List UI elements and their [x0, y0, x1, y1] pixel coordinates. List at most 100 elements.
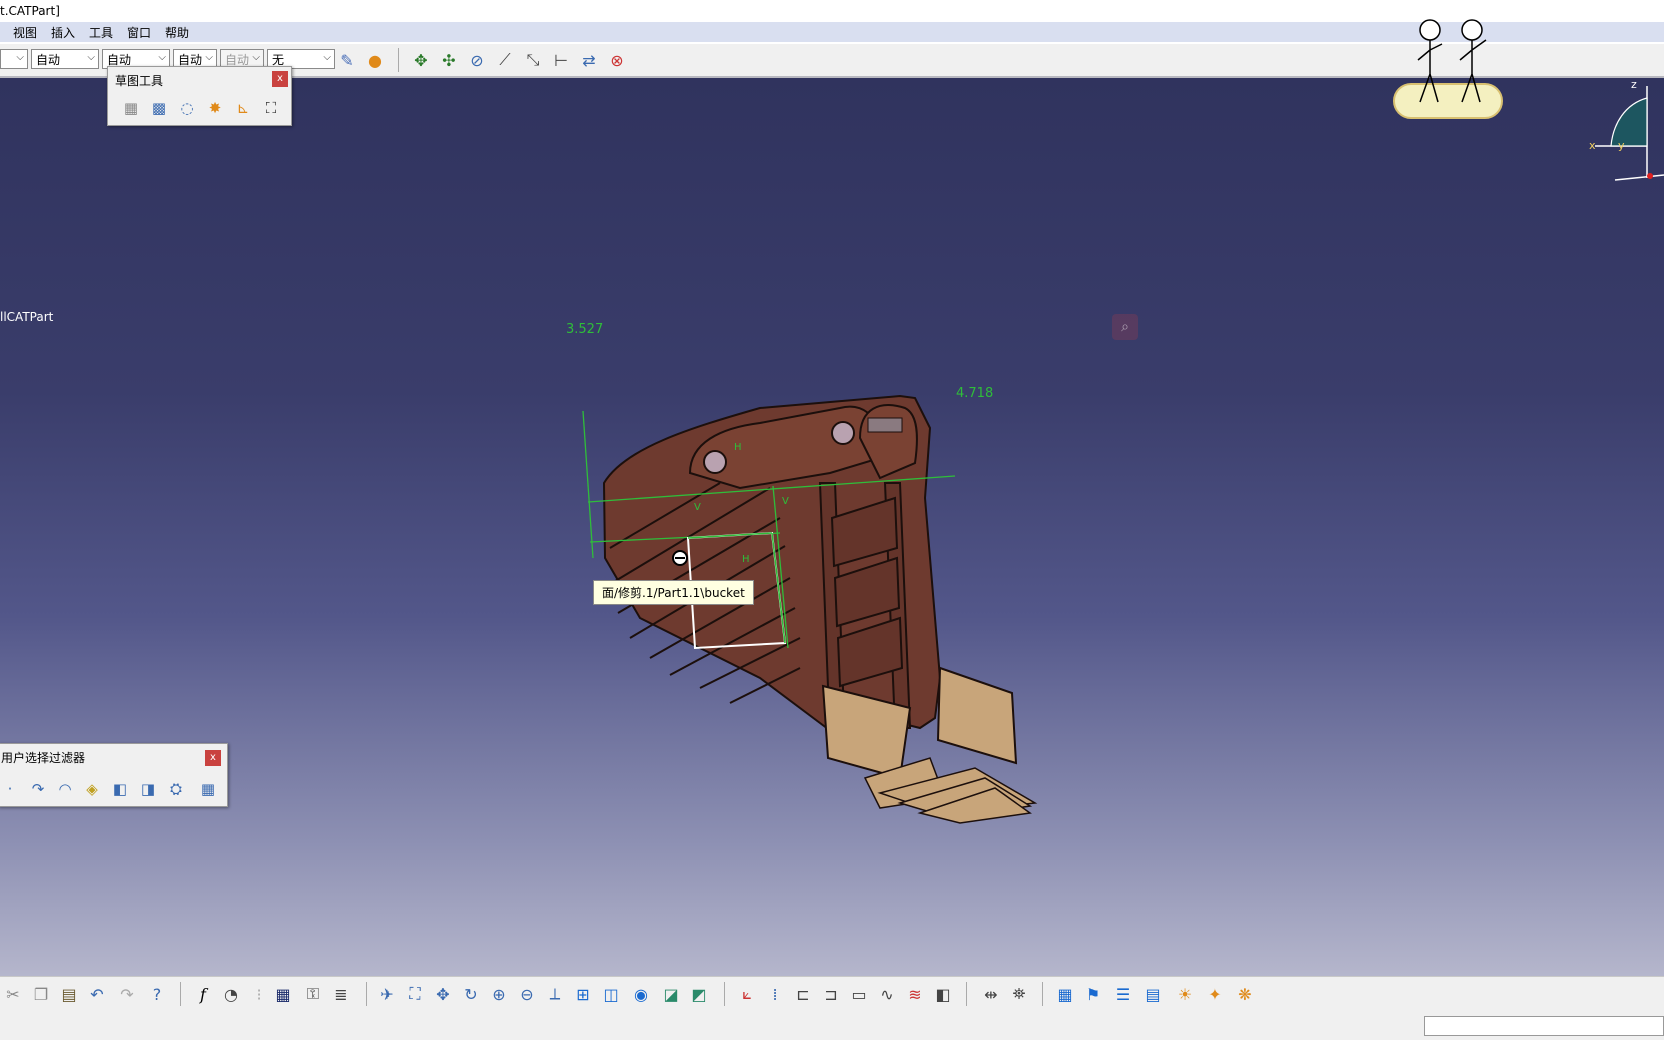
project-icon[interactable]: ⇹	[980, 983, 1002, 1005]
material-icon[interactable]: ❋	[1234, 983, 1256, 1005]
section-icon[interactable]: ☰	[1112, 983, 1134, 1005]
light-icon[interactable]: ✦	[1204, 983, 1226, 1005]
surface-filter-icon[interactable]: ◠	[54, 778, 76, 800]
mascot-logo	[1393, 19, 1503, 119]
curve-filter-icon[interactable]: ↷	[27, 778, 49, 800]
grid-icon[interactable]: ▦	[120, 97, 142, 119]
pan-icon[interactable]: ✥	[410, 49, 432, 71]
cut-part-icon[interactable]: ◧	[932, 983, 954, 1005]
fit-all-icon[interactable]: ⛶	[404, 983, 426, 1005]
no-show-icon[interactable]: ⊘	[466, 49, 488, 71]
knowledge-icon[interactable]: ⁝	[248, 983, 270, 1005]
copy-icon[interactable]: ❐	[30, 983, 52, 1005]
dimension-horizontal-value[interactable]: 4.718	[956, 386, 993, 401]
hide-icon[interactable]: ◪	[660, 983, 682, 1005]
table-icon[interactable]: ▦	[272, 983, 294, 1005]
rotate-icon[interactable]: ↻	[460, 983, 482, 1005]
chevron-down-icon: ⌵	[323, 52, 331, 63]
constraint-icon[interactable]: ⊢	[550, 49, 572, 71]
rectangle-icon[interactable]: ▭	[848, 983, 870, 1005]
spec-tree-label[interactable]: llCATPart	[0, 310, 53, 324]
render-icon[interactable]: ▤	[1142, 983, 1164, 1005]
dimension-vertical-value[interactable]: 3.527	[566, 322, 603, 337]
shading-icon[interactable]: ◉	[630, 983, 652, 1005]
pin-shaft	[867, 417, 903, 433]
pan-icon[interactable]: ✥	[432, 983, 454, 1005]
redo-icon[interactable]: ↷	[116, 983, 138, 1005]
multi-view-icon[interactable]: ⊞	[572, 983, 594, 1005]
search-icon[interactable]: ⌕	[1112, 314, 1138, 340]
pin-hole	[703, 450, 727, 474]
lock-icon[interactable]: ⚿	[302, 983, 324, 1005]
measure-icon[interactable]: ⟋	[494, 49, 516, 71]
side-cutter-2	[936, 666, 1018, 765]
chevron-down-icon: ⌵	[16, 52, 24, 63]
chevron-down-icon: ⌵	[158, 52, 166, 63]
constraint-h-bottom: H	[742, 554, 750, 565]
whats-this-icon[interactable]: ?	[146, 983, 168, 1005]
combo-layer[interactable]: ⌵	[0, 49, 28, 69]
sketch-icon[interactable]: ⁞	[764, 983, 786, 1005]
status-bar	[0, 1010, 1664, 1040]
grid-icon[interactable]: ▦	[1054, 983, 1076, 1005]
normal-view-icon[interactable]: ⟂	[544, 983, 566, 1005]
hide-show-icon[interactable]: ⊗	[606, 49, 628, 71]
compass-y-label: y	[1618, 139, 1625, 152]
comment-icon[interactable]: ◔	[220, 983, 242, 1005]
chevron-down-icon: ⌵	[252, 52, 260, 63]
close-icon[interactable]: x	[272, 71, 288, 87]
auto-constraint-icon[interactable]: ⛶	[260, 97, 282, 119]
swap-icon[interactable]: ⇄	[578, 49, 600, 71]
snap-icon[interactable]: ⛯	[1008, 983, 1030, 1005]
construction-icon[interactable]: ◌	[176, 97, 198, 119]
quick-select-icon[interactable]: ⛭	[165, 778, 187, 800]
point-filter-icon[interactable]: ·	[0, 778, 21, 800]
menu-tools[interactable]: 工具	[89, 24, 113, 41]
bucket-model[interactable]	[0, 78, 1664, 976]
chevron-down-icon: ⌵	[205, 52, 213, 63]
feature-filter-icon[interactable]: ◧	[109, 778, 131, 800]
profile-icon[interactable]: ⊐	[820, 983, 842, 1005]
3d-viewport[interactable]: 3.527 4.718 H H V V llCATPart ⌕ z x y 面/…	[0, 78, 1664, 976]
fly-icon[interactable]: ✈	[376, 983, 398, 1005]
parallel-icon[interactable]: ≣	[330, 983, 352, 1005]
layer-icon[interactable]: ⚑	[1082, 983, 1104, 1005]
spline-icon[interactable]: ∿	[876, 983, 898, 1005]
close-icon[interactable]: x	[205, 750, 221, 766]
volume-filter-icon[interactable]: ◈	[81, 778, 103, 800]
zoom-out-icon[interactable]: ⊖	[516, 983, 538, 1005]
menu-insert[interactable]: 插入	[51, 24, 75, 41]
iso-view-icon[interactable]: ◫	[600, 983, 622, 1005]
combo-color[interactable]: 自动 ⌵	[31, 49, 99, 69]
compass-x-label: x	[1589, 139, 1596, 152]
selection-filter-title: 用户选择过滤器	[1, 751, 86, 765]
menu-help[interactable]: 帮助	[165, 24, 189, 41]
paste-icon[interactable]: ▤	[58, 983, 80, 1005]
material-apply-icon[interactable]: ●	[364, 49, 386, 71]
geometry-filter-icon[interactable]: ◨	[137, 778, 159, 800]
constraint-icon[interactable]: ≋	[904, 983, 926, 1005]
swap-icon[interactable]: ◩	[688, 983, 710, 1005]
menu-view[interactable]: 视图	[13, 24, 37, 41]
undo-icon[interactable]: ↶	[86, 983, 108, 1005]
sun-icon[interactable]: ☀	[1174, 983, 1196, 1005]
menu-window[interactable]: 窗口	[127, 24, 151, 41]
constraint-v-left: V	[694, 502, 701, 513]
sketch-positioned-icon[interactable]: ⊏	[792, 983, 814, 1005]
geometric-constraint-icon[interactable]: ✸	[204, 97, 226, 119]
selection-tooltip: 面/修剪.1/Part1.1\bucket	[593, 580, 754, 605]
paint-brush-icon[interactable]: ✎	[336, 49, 358, 71]
dimension-constraint-icon[interactable]: ⊾	[232, 97, 254, 119]
intersection-icon[interactable]: ▦	[197, 778, 219, 800]
command-input[interactable]	[1424, 1016, 1664, 1036]
formula-icon[interactable]: f	[192, 983, 214, 1005]
snap-to-point-icon[interactable]: ▩	[148, 97, 170, 119]
compass-icon[interactable]	[1585, 80, 1664, 195]
rotate-icon[interactable]: ✣	[438, 49, 460, 71]
zoom-in-icon[interactable]: ⊕	[488, 983, 510, 1005]
normal-view-icon[interactable]: ⤡	[522, 49, 544, 71]
selection-filter-panel[interactable]: 用户选择过滤器 x · ↷ ◠ ◈ ◧ ◨ ⛭ ▦	[0, 743, 228, 807]
axis-icon[interactable]: ⟀	[736, 983, 758, 1005]
cut-icon[interactable]: ✂	[2, 983, 24, 1005]
sketch-tools-panel[interactable]: 草图工具 x ▦ ▩ ◌ ✸ ⊾ ⛶	[107, 66, 292, 126]
